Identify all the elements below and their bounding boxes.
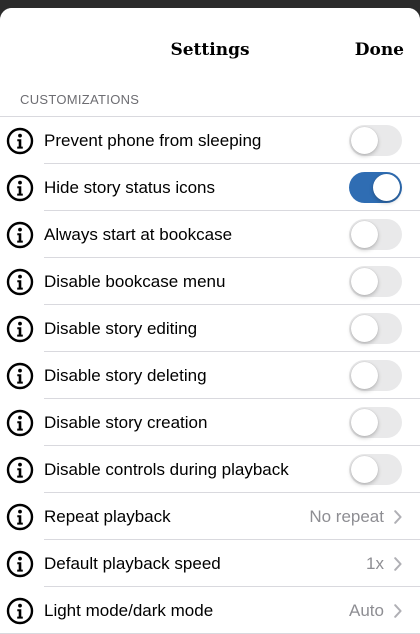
info-icon[interactable] xyxy=(6,362,34,390)
toggle-knob xyxy=(351,268,378,295)
info-icon[interactable] xyxy=(6,221,34,249)
settings-row-always-start-at-bookcase: Always start at bookcase xyxy=(0,211,420,258)
row-value-control[interactable]: 1x xyxy=(366,540,402,587)
toggle-knob xyxy=(351,362,378,389)
settings-row-disable-controls-during-playback: Disable controls during playback xyxy=(0,446,420,493)
toggle-knob xyxy=(373,174,400,201)
toggle-switch[interactable] xyxy=(349,219,402,250)
settings-row-prevent-phone-from-sleeping: Prevent phone from sleeping xyxy=(0,117,420,164)
chevron-right-icon xyxy=(394,556,402,571)
toggle-switch[interactable] xyxy=(349,172,402,203)
settings-row-default-playback-speed[interactable]: Default playback speed 1x xyxy=(0,540,420,587)
row-value: Auto xyxy=(349,600,384,620)
row-label: Default playback speed xyxy=(44,553,221,573)
toggle-knob xyxy=(351,221,378,248)
chevron-right-icon xyxy=(394,509,402,524)
toggle-switch[interactable] xyxy=(349,454,402,485)
info-icon[interactable] xyxy=(6,174,34,202)
done-button[interactable]: Done xyxy=(355,40,404,60)
settings-row-disable-bookcase-menu: Disable bookcase menu xyxy=(0,258,420,305)
settings-row-disable-story-editing: Disable story editing xyxy=(0,305,420,352)
info-icon[interactable] xyxy=(6,597,34,625)
info-icon[interactable] xyxy=(6,315,34,343)
toggle-knob xyxy=(351,409,378,436)
toggle-knob xyxy=(351,315,378,342)
info-icon[interactable] xyxy=(6,550,34,578)
settings-row-disable-story-creation: Disable story creation xyxy=(0,399,420,446)
toggle-knob xyxy=(351,456,378,483)
settings-row-disable-story-deleting: Disable story deleting xyxy=(0,352,420,399)
row-value: 1x xyxy=(366,553,384,573)
settings-row-repeat-playback[interactable]: Repeat playback No repeat xyxy=(0,493,420,540)
row-value: No repeat xyxy=(309,506,384,526)
toggle-switch[interactable] xyxy=(349,313,402,344)
row-value-control[interactable]: No repeat xyxy=(309,493,402,540)
toggle-switch[interactable] xyxy=(349,266,402,297)
info-icon[interactable] xyxy=(6,127,34,155)
info-icon[interactable] xyxy=(6,503,34,531)
section-header-customizations: CUSTOMIZATIONS xyxy=(20,92,140,107)
settings-sheet: Settings Done CUSTOMIZATIONS Prevent pho… xyxy=(0,8,420,634)
row-value-control[interactable]: Auto xyxy=(349,587,402,634)
toggle-switch[interactable] xyxy=(349,407,402,438)
settings-row-hide-story-status-icons: Hide story status icons xyxy=(0,164,420,211)
toggle-switch[interactable] xyxy=(349,360,402,391)
info-icon[interactable] xyxy=(6,409,34,437)
settings-list: Prevent phone from sleeping Hide story st… xyxy=(0,116,420,634)
info-icon[interactable] xyxy=(6,268,34,296)
chevron-right-icon xyxy=(394,603,402,618)
toggle-knob xyxy=(351,127,378,154)
info-icon[interactable] xyxy=(6,456,34,484)
settings-row-light-mode-dark-mode[interactable]: Light mode/dark mode Auto xyxy=(0,587,420,634)
toggle-switch[interactable] xyxy=(349,125,402,156)
navigation-bar: Settings Done xyxy=(0,8,420,92)
